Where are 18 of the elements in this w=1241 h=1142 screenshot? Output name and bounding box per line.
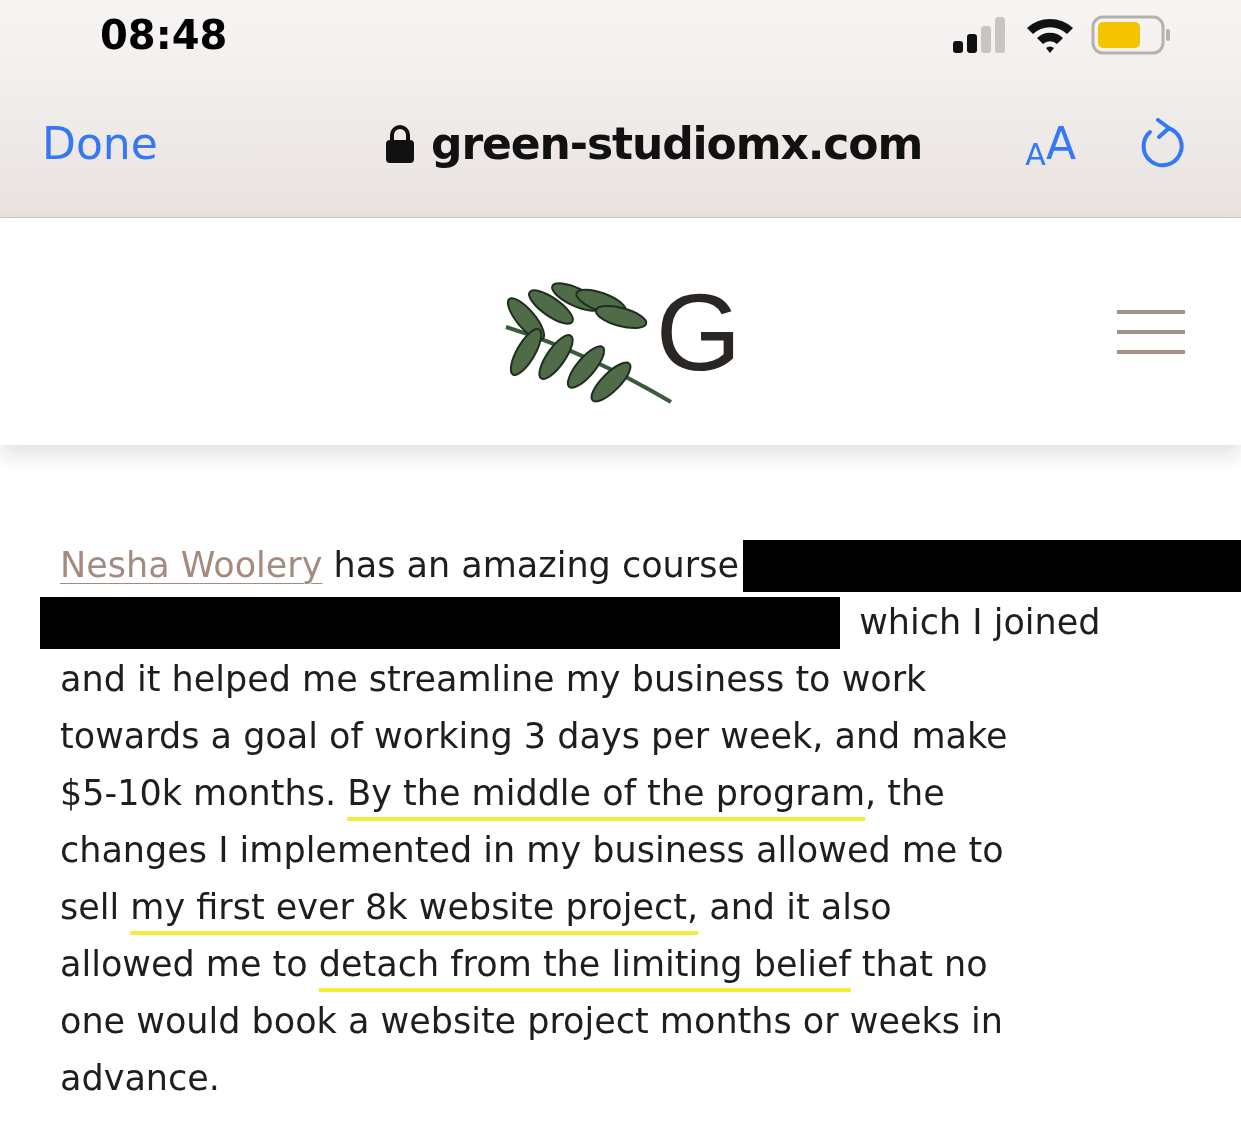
text-line: Nesha Woolery has an amazing course	[60, 537, 1241, 594]
text-line: sell my first ever 8k website project, and it also	[60, 886, 893, 929]
wifi-icon	[1025, 16, 1075, 54]
text-line: and it helped me streamline my business to work	[60, 658, 928, 701]
menu-icon[interactable]	[1117, 309, 1185, 354]
text-line: allowed me to detach from the limiting belief that no	[60, 943, 989, 986]
logo-letter: G	[655, 269, 742, 395]
done-button[interactable]: Done	[42, 110, 342, 177]
text-line: changes I implemented in my business allowed me to	[60, 829, 1005, 872]
text-line: one would book a website project months or weeks in	[60, 1000, 1004, 1043]
status-time: 08:48	[100, 11, 228, 60]
text-line: which I joined	[60, 594, 1241, 651]
battery-icon	[1091, 15, 1171, 55]
text-line: towards a goal of working 3 days per week, and make	[60, 715, 1009, 758]
url-text[interactable]: green-studiomx.com	[431, 110, 923, 177]
text-line: $5-10k months. By the middle of the program, the	[60, 772, 946, 815]
lock-icon	[385, 124, 416, 163]
text-line: advance.	[60, 1057, 221, 1100]
